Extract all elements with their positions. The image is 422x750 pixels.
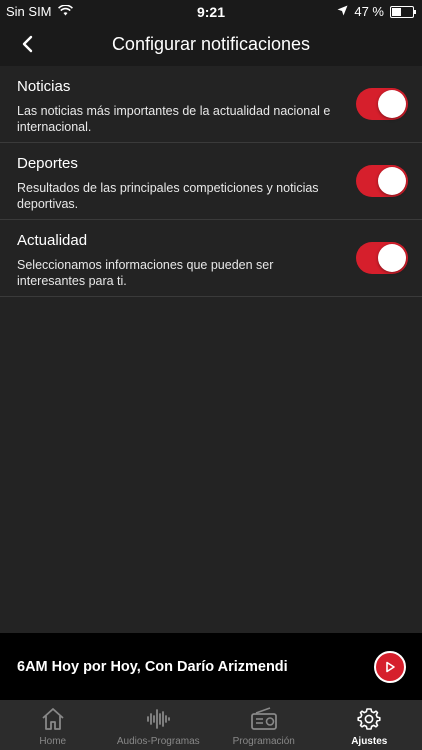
tab-ajustes[interactable]: Ajustes [317, 700, 422, 750]
gear-icon [356, 706, 382, 732]
nav-header: Configurar notificaciones [0, 22, 422, 66]
notification-settings-list: Noticias Las noticias más importantes de… [0, 66, 422, 297]
toggle-knob [378, 90, 406, 118]
setting-row-noticias: Noticias Las noticias más importantes de… [0, 66, 422, 143]
actualidad-toggle[interactable] [356, 242, 408, 274]
status-right: 47 % [337, 4, 416, 19]
setting-description: Seleccionamos informaciones que pueden s… [17, 258, 274, 288]
tab-bar: Home Audios-Programas Programación Ajust… [0, 700, 422, 750]
now-playing-title: 6AM Hoy por Hoy, Con Darío Arizmendi [17, 658, 288, 675]
toggle-knob [378, 244, 406, 272]
tab-home[interactable]: Home [0, 700, 106, 750]
play-button[interactable] [374, 651, 406, 683]
noticias-toggle[interactable] [356, 88, 408, 120]
tab-programacion[interactable]: Programación [211, 700, 317, 750]
battery-percent: 47 % [354, 4, 384, 19]
tab-label: Ajustes [351, 736, 388, 747]
battery-icon [390, 5, 416, 18]
toggle-knob [378, 167, 406, 195]
tab-label: Audios-Programas [116, 736, 200, 747]
tab-audios-programas[interactable]: Audios-Programas [106, 700, 212, 750]
location-arrow-icon [337, 4, 348, 19]
setting-description: Resultados de las principales competicio… [17, 181, 319, 211]
audio-wave-icon [146, 706, 171, 732]
setting-description: Las noticias más importantes de la actua… [17, 104, 331, 134]
back-button[interactable] [14, 30, 42, 58]
now-playing-bar[interactable]: 6AM Hoy por Hoy, Con Darío Arizmendi [0, 633, 422, 700]
home-icon [40, 706, 66, 732]
radio-icon [250, 706, 278, 732]
deportes-toggle[interactable] [356, 165, 408, 197]
page-title: Configurar notificaciones [111, 33, 311, 54]
setting-title: Actualidad [17, 232, 88, 249]
tab-label: Home [39, 736, 67, 747]
chevron-left-icon [22, 35, 33, 53]
play-icon [386, 661, 395, 673]
battery-fill [392, 7, 402, 16]
tab-label: Programación [232, 736, 295, 747]
setting-title: Deportes [17, 155, 78, 172]
setting-row-actualidad: Actualidad Seleccionamos informaciones q… [0, 220, 422, 297]
setting-title: Noticias [17, 78, 71, 95]
status-bar: Sin SIM 9:21 47 % [0, 0, 422, 22]
setting-row-deportes: Deportes Resultados de las principales c… [0, 143, 422, 220]
